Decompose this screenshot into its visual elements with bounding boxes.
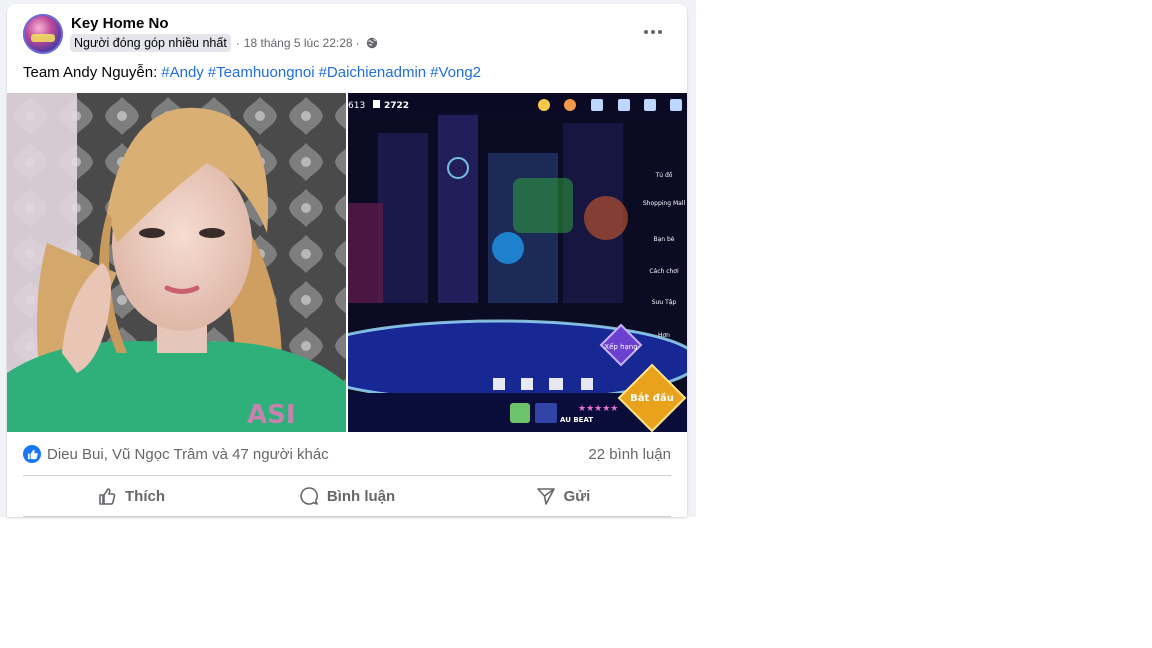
game-start-button: Bắt đầu	[630, 391, 674, 404]
comment-button[interactable]: Bình luận	[239, 477, 455, 515]
reactions-summary[interactable]: Dieu Bui, Vũ Ngọc Trâm và 47 người khác	[23, 445, 329, 463]
game-menu-friends: Bạn bè	[653, 236, 674, 243]
song-thumb-icon	[535, 403, 557, 423]
send-icon	[536, 488, 555, 505]
reactions-bar: Dieu Bui, Vũ Ngọc Trâm và 47 người khác …	[23, 440, 671, 468]
game-menu-wardrobe: Tủ đồ	[655, 171, 673, 179]
hand-icon	[581, 378, 593, 390]
coin-icon	[564, 99, 576, 111]
game-scene: 613 2722 Tủ đồ Shopping Mall Bạn bè Cách…	[348, 93, 687, 432]
mode-icon	[510, 403, 530, 423]
hashtag-link[interactable]: #Daichienadmin	[319, 64, 427, 81]
star-rating-icon: ★★★★★	[578, 404, 618, 414]
game-mode-label: AU BEAT	[560, 416, 593, 424]
actions-divider-bottom	[23, 516, 671, 517]
game-stat-label: 613	[348, 101, 365, 111]
post-photo-selfie[interactable]: ASI	[7, 93, 346, 432]
svg-text:ASI: ASI	[247, 400, 296, 430]
like-icon	[618, 99, 630, 111]
game-lock-count: 2722	[384, 101, 409, 111]
top-contributor-badge[interactable]: Người đóng góp nhiều nhất	[70, 34, 231, 52]
share-button[interactable]: Gửi	[455, 477, 671, 515]
game-menu-howto: Cách chơi	[649, 268, 679, 275]
home-icon	[493, 378, 505, 390]
more-options-button[interactable]	[639, 20, 667, 44]
list-icon	[521, 378, 533, 390]
post-meta: Người đóng góp nhiều nhất · 18 tháng 5 l…	[70, 33, 378, 53]
like-reaction-icon	[23, 445, 41, 463]
dot-icon	[644, 30, 648, 34]
game-menu-collection: Sưu Tập	[652, 299, 677, 306]
hashtag-link[interactable]: #Teamhuongnoi	[208, 64, 315, 81]
globe-icon	[366, 37, 377, 49]
like-label: Thích	[125, 487, 165, 505]
post-text-prefix: Team Andy Nguyễn:	[23, 64, 158, 81]
hashtag-link[interactable]: #Andy	[161, 64, 204, 81]
post-photo-game[interactable]: 613 2722 Tủ đồ Shopping Mall Bạn bè Cách…	[348, 93, 687, 432]
author-avatar[interactable]	[23, 14, 63, 54]
team-icon	[549, 378, 563, 390]
dot-icon	[658, 30, 662, 34]
hashtag-link[interactable]: #Vong2	[430, 64, 481, 81]
post-card: Key Home No Người đóng góp nhiều nhất · …	[7, 4, 687, 517]
lock-icon	[373, 100, 380, 108]
meta-separator-2: ·	[355, 36, 360, 50]
selfie-illustration: ASI	[7, 93, 346, 432]
post-timestamp[interactable]: 18 tháng 5 lúc 22:28	[244, 36, 353, 50]
game-menu-more: Hơn	[658, 332, 670, 339]
thumbs-up-icon	[99, 488, 116, 505]
like-button[interactable]: Thích	[23, 477, 239, 515]
gem-icon	[538, 99, 550, 111]
game-menu-shop: Shopping Mall	[643, 200, 686, 207]
dot-icon	[651, 30, 655, 34]
settings-icon	[670, 99, 682, 111]
comments-count[interactable]: 22 bình luận	[588, 446, 671, 463]
actions-divider-top	[23, 475, 671, 476]
meta-separator: ·	[235, 36, 240, 50]
author-name[interactable]: Key Home No	[71, 15, 169, 32]
comment-icon	[300, 487, 318, 505]
share-label: Gửi	[563, 487, 591, 505]
shop-icon	[644, 99, 656, 111]
game-rank-button: Xếp hạng	[604, 343, 637, 351]
post-text: Team Andy Nguyễn: #Andy #Teamhuongnoi #Daic…	[23, 64, 481, 81]
post-actions: Thích Bình luận Gửi	[23, 477, 671, 515]
comment-label: Bình luận	[326, 487, 396, 505]
mail-icon	[591, 99, 603, 111]
reactions-text[interactable]: Dieu Bui, Vũ Ngọc Trâm và 47 người khác	[47, 446, 329, 463]
